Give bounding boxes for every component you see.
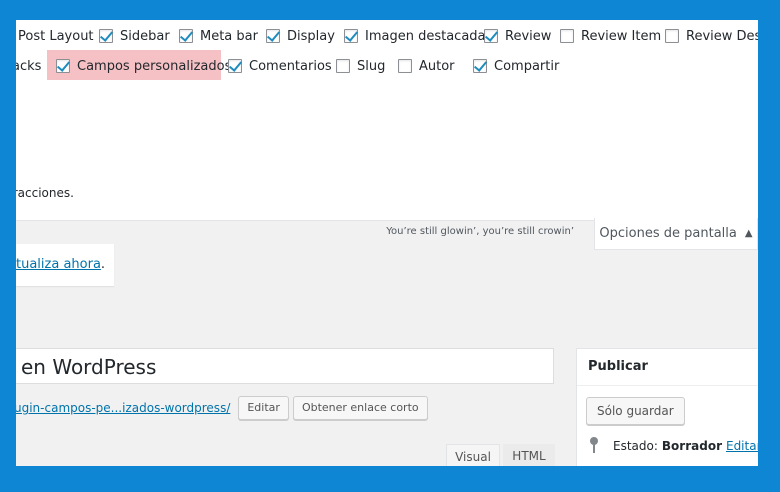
permalink-link[interactable]: ugin-campos-pe...izados-wordpress/ bbox=[16, 401, 230, 415]
option-label: Slug bbox=[357, 58, 386, 74]
option-trackbacks[interactable]: acks bbox=[16, 56, 41, 76]
screen-options-tab-label: Opciones de pantalla bbox=[599, 226, 737, 241]
option-label: Campos personalizados bbox=[77, 58, 232, 74]
option-compartir[interactable]: Compartir bbox=[473, 56, 559, 76]
option-label: Display bbox=[287, 28, 335, 44]
status-value: Borrador bbox=[661, 439, 722, 453]
publish-box: Publicar Sólo guardar Estado: Borrador E… bbox=[576, 348, 758, 466]
option-label: Compartir bbox=[494, 58, 560, 74]
screen-options-instructions: tracciones. bbox=[16, 186, 74, 200]
publish-box-title: Publicar bbox=[577, 349, 758, 386]
review-checkbox[interactable] bbox=[484, 29, 498, 43]
campos-personalizados-checkbox[interactable] bbox=[56, 59, 70, 73]
option-review-item[interactable]: Review Item bbox=[560, 26, 661, 46]
permalink-row: ugin-campos-pe...izados-wordpress/ Edita… bbox=[16, 396, 428, 420]
display-checkbox[interactable] bbox=[266, 29, 280, 43]
option-review[interactable]: Review bbox=[484, 26, 551, 46]
option-label: Comentarios bbox=[249, 58, 332, 74]
option-label: Sidebar bbox=[120, 28, 170, 44]
slug-checkbox[interactable] bbox=[336, 59, 350, 73]
option-label: Imagen destacada bbox=[365, 28, 486, 44]
get-shortlink-button[interactable]: Obtener enlace corto bbox=[292, 396, 428, 420]
option-sidebar[interactable]: Sidebar bbox=[99, 26, 170, 46]
option-campos-personalizados[interactable]: Campos personalizados bbox=[56, 56, 231, 76]
option-post-layout[interactable]: Post Layout bbox=[18, 26, 94, 46]
option-label: Meta bar bbox=[200, 28, 258, 44]
review-desc-checkbox[interactable] bbox=[665, 29, 679, 43]
option-label: Post Layout bbox=[18, 28, 94, 44]
status-label: Estado: bbox=[613, 439, 658, 453]
option-comentarios[interactable]: Comentarios bbox=[228, 56, 332, 76]
tab-visual[interactable]: Visual bbox=[446, 444, 500, 466]
comentarios-checkbox[interactable] bbox=[228, 59, 242, 73]
option-meta-bar[interactable]: Meta bar bbox=[179, 26, 258, 46]
pin-icon bbox=[589, 437, 599, 455]
option-label: Review Desc bbox=[686, 28, 758, 44]
option-display[interactable]: Display bbox=[266, 26, 335, 46]
imagen-destacada-checkbox[interactable] bbox=[344, 29, 358, 43]
option-imagen-destacada[interactable]: Imagen destacada bbox=[344, 26, 486, 46]
wp-admin-viewport: Post Layout Sidebar Meta bar Display Ima… bbox=[16, 20, 758, 466]
caret-up-icon: ▲ bbox=[744, 228, 753, 239]
option-label: acks bbox=[16, 58, 42, 74]
edit-permalink-button[interactable]: Editar bbox=[238, 396, 289, 420]
post-status: Estado: Borrador Editar bbox=[589, 437, 758, 455]
update-notice: tualiza ahora. bbox=[16, 244, 114, 286]
save-draft-button[interactable]: Sólo guardar bbox=[586, 397, 685, 425]
option-slug[interactable]: Slug bbox=[336, 56, 385, 76]
hello-dolly-quote: You’re still glowin’, you’re still crowi… bbox=[386, 226, 574, 237]
option-review-desc[interactable]: Review Desc bbox=[665, 26, 758, 46]
autor-checkbox[interactable] bbox=[398, 59, 412, 73]
edit-status-link[interactable]: Editar bbox=[726, 439, 758, 453]
meta-bar-checkbox[interactable] bbox=[179, 29, 193, 43]
tab-html[interactable]: HTML bbox=[503, 444, 555, 466]
update-now-link[interactable]: tualiza ahora bbox=[16, 257, 101, 272]
screen-options-panel: Post Layout Sidebar Meta bar Display Ima… bbox=[16, 20, 758, 221]
option-label: Review Item bbox=[581, 28, 662, 44]
option-autor[interactable]: Autor bbox=[398, 56, 455, 76]
option-label: Autor bbox=[419, 58, 455, 74]
post-title-input[interactable]: en WordPress bbox=[16, 348, 554, 384]
screen-options-tab[interactable]: Opciones de pantalla ▲ bbox=[594, 218, 758, 250]
sidebar-checkbox[interactable] bbox=[99, 29, 113, 43]
notice-suffix: . bbox=[100, 257, 106, 272]
compartir-checkbox[interactable] bbox=[473, 59, 487, 73]
option-label: Review bbox=[505, 28, 552, 44]
review-item-checkbox[interactable] bbox=[560, 29, 574, 43]
